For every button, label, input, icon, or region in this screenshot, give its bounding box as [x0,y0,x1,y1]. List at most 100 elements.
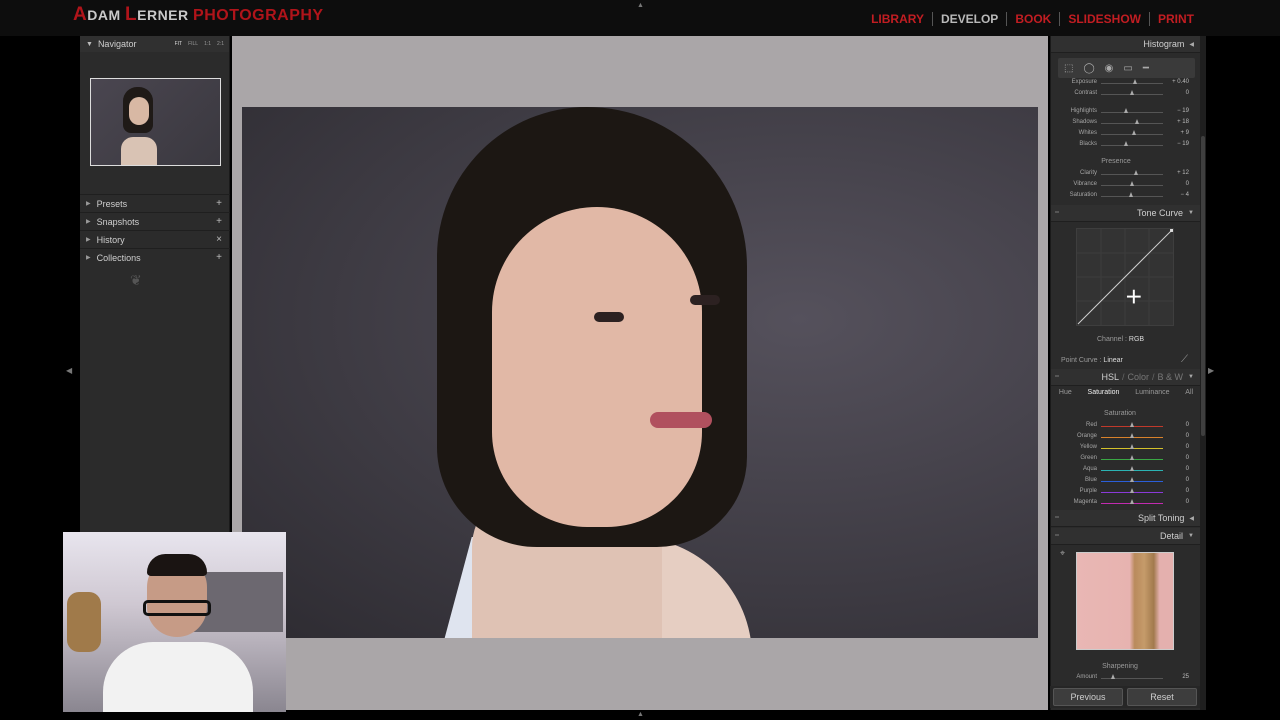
history-panel[interactable]: ▶ History × [80,230,230,248]
slider-vibrance[interactable]: Vibrance 0 [1051,180,1200,191]
slider-thumb[interactable] [1130,466,1134,471]
tab-saturation[interactable]: Saturation [1088,389,1120,396]
adjustment-brush-icon[interactable]: ━ [1143,63,1149,74]
slider-orange[interactable]: Orange 0 [1051,432,1200,443]
point-curve-selector[interactable]: Point Curve : Linear [1061,357,1123,364]
detail-target-icon[interactable]: ⌖ [1060,548,1065,559]
detail-header[interactable]: Detail ▼ [1051,528,1200,545]
snapshots-panel[interactable]: ▶ Snapshots + [80,212,230,230]
previous-button[interactable]: Previous [1053,688,1123,706]
channel-selector[interactable]: Channel : RGB [1097,336,1144,343]
spot-removal-icon[interactable]: ◯ [1083,63,1094,74]
slider-shadows[interactable]: Shadows + 18 [1051,118,1200,129]
slider-thumb[interactable] [1130,488,1134,493]
slider-value: 0 [1185,444,1189,450]
amount-slider[interactable]: Amount 25 [1051,673,1200,684]
slider-thumb[interactable] [1130,477,1134,482]
module-book[interactable]: BOOK [1007,12,1059,26]
main-photo[interactable] [242,107,1038,638]
graduated-filter-icon[interactable]: ▭ [1123,63,1132,74]
slider-highlights[interactable]: Highlights − 19 [1051,107,1200,118]
slider-green[interactable]: Green 0 [1051,454,1200,465]
module-develop[interactable]: DEVELOP [933,12,1006,26]
slider-aqua[interactable]: Aqua 0 [1051,465,1200,476]
zoom-2-1[interactable]: 2:1 [217,41,224,47]
slider-thumb[interactable] [1132,130,1137,135]
navigator-preview[interactable] [90,78,221,166]
slider-thumb[interactable] [1133,170,1138,175]
slider-thumb[interactable] [1133,79,1138,84]
slider-label: Blue [1084,477,1097,483]
add-snapshot-icon[interactable]: + [216,216,222,227]
module-library[interactable]: LIBRARY [863,12,932,26]
slider-thumb[interactable] [1130,433,1134,438]
brand-text-photography: PHOTOGRAPHY [193,7,324,24]
target-adjust-icon[interactable]: ⟋ [1181,354,1188,365]
hsl-title[interactable]: HSL [1101,372,1119,382]
navigator-zoom-options: FIT FILL 1:1 2:1 [175,41,224,47]
hsl-header[interactable]: HSL / Color / B & W ▼ [1051,369,1200,386]
collections-panel[interactable]: ▶ Collections + [80,248,230,266]
presets-panel[interactable]: ▶ Presets + [80,194,230,212]
slider-yellow[interactable]: Yellow 0 [1051,443,1200,454]
tab-luminance[interactable]: Luminance [1135,389,1169,396]
navigator-header[interactable]: ▼ Navigator FIT FILL 1:1 2:1 [80,36,229,52]
tab-hue[interactable]: Hue [1059,389,1072,396]
collapse-right-arrow-icon[interactable]: ▶ [1208,366,1214,375]
collapse-left-arrow-icon[interactable]: ◀ [66,366,72,375]
slider-thumb[interactable] [1130,444,1134,449]
module-print[interactable]: PRINT [1150,12,1202,26]
zoom-1-1[interactable]: 1:1 [204,41,211,47]
slider-contrast[interactable]: Contrast 0 [1051,89,1200,100]
slider-thumb[interactable] [1130,181,1134,186]
reset-button[interactable]: Reset [1127,688,1197,706]
zoom-fill[interactable]: FILL [188,41,198,47]
collapse-bottom-arrow-icon[interactable]: ▲ [637,711,644,718]
slider-magenta[interactable]: Magenta 0 [1051,498,1200,509]
collapse-triangle-icon: ◀ [1189,515,1194,522]
slider-thumb[interactable] [1124,108,1129,113]
clear-history-icon[interactable]: × [216,234,222,245]
slider-red[interactable]: Red 0 [1051,421,1200,432]
crop-tool-icon[interactable]: ⬚ [1064,63,1073,74]
history-label: History [96,234,125,245]
color-title[interactable]: Color [1128,372,1150,382]
slider-exposure[interactable]: Exposure + 0.40 [1051,78,1200,89]
slider-thumb[interactable] [1130,90,1134,95]
slider-clarity[interactable]: Clarity + 12 [1051,169,1200,180]
slider-thumb[interactable] [1124,141,1129,146]
slider-thumb[interactable] [1130,455,1134,460]
slider-thumb[interactable] [1128,192,1133,197]
slider-saturation[interactable]: Saturation − 4 [1051,191,1200,202]
split-toning-header[interactable]: Split Toning ◀ [1051,510,1200,527]
red-eye-icon[interactable]: ◉ [1105,63,1114,74]
tone-curve-graph[interactable] [1076,228,1174,326]
panel-grip-icon [1055,516,1059,518]
add-collection-icon[interactable]: + [216,252,222,263]
slider-thumb[interactable] [1130,422,1134,427]
detail-preview[interactable] [1076,552,1174,650]
module-slideshow[interactable]: SLIDESHOW [1060,12,1149,26]
bw-title[interactable]: B & W [1158,372,1184,382]
point-curve-label: Point Curve : [1061,357,1102,364]
slider-label: Vibrance [1073,181,1097,187]
collapse-top-arrow-icon[interactable]: ▲ [637,2,644,9]
slider-blue[interactable]: Blue 0 [1051,476,1200,487]
tone-curve-header[interactable]: Tone Curve ▼ [1051,205,1200,222]
slider-thumb[interactable] [1130,499,1134,504]
histogram-header[interactable]: Histogram ◀ [1051,36,1200,53]
expand-triangle-icon: ▶ [86,219,91,225]
tab-all[interactable]: All [1185,389,1193,396]
amount-thumb[interactable] [1111,674,1115,679]
scrollbar-thumb[interactable] [1201,136,1205,436]
slider-blacks[interactable]: Blacks − 19 [1051,140,1200,151]
slider-label: Magenta [1073,499,1097,505]
add-preset-icon[interactable]: + [216,198,222,209]
slider-whites[interactable]: Whites + 9 [1051,129,1200,140]
slider-thumb[interactable] [1134,119,1139,124]
navigator-title: Navigator [97,39,137,49]
tone-curve-title: Tone Curve [1137,208,1184,218]
zoom-fit[interactable]: FIT [175,41,183,47]
hsl-tabs: Hue Saturation Luminance All [1051,385,1200,400]
slider-purple[interactable]: Purple 0 [1051,487,1200,498]
